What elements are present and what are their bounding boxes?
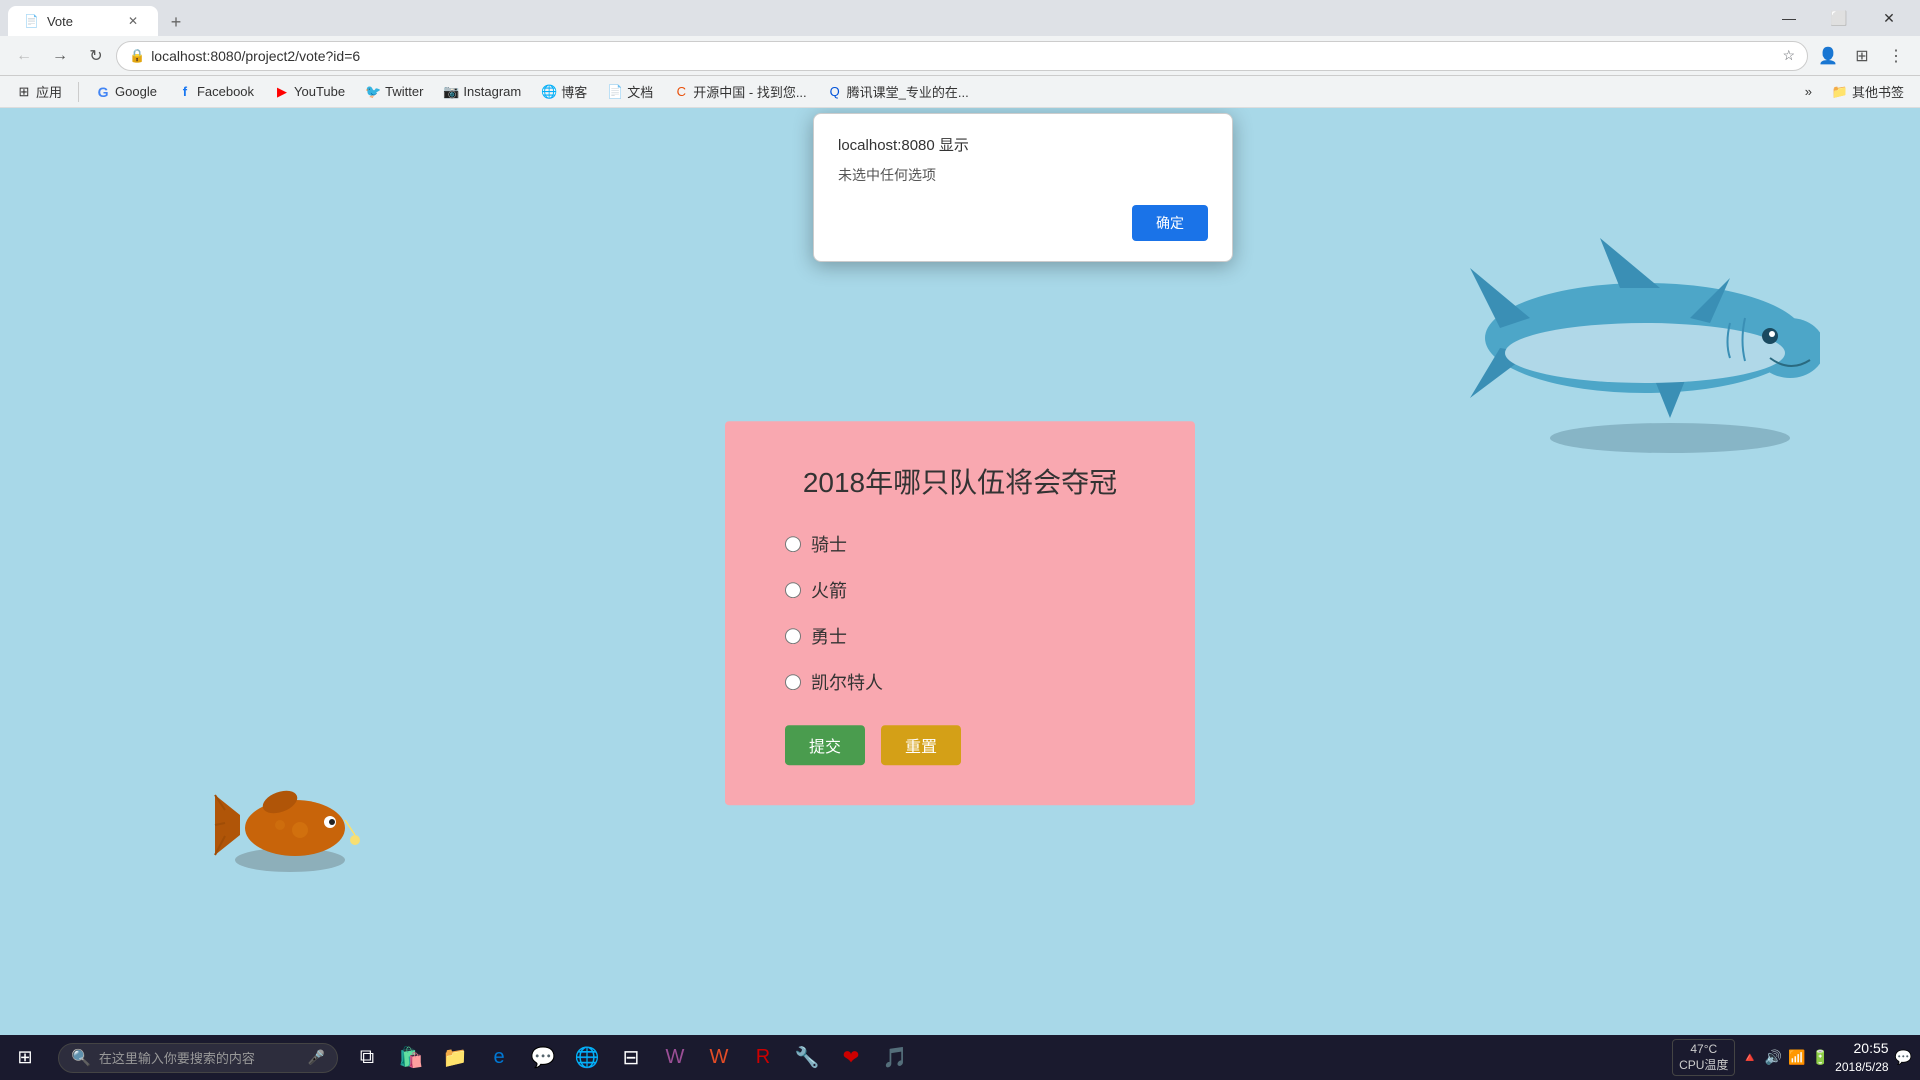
minimize-button[interactable]: — — [1766, 0, 1812, 36]
webpage: 2018年哪只队伍将会夺冠 骑士 火箭 勇士 凯尔特人 — [0, 108, 1920, 1080]
tab-bar: 📄 Vote ✕ + — [8, 0, 1758, 36]
bookmark-divider-1 — [78, 82, 79, 102]
bookmark-google[interactable]: G Google — [87, 82, 165, 102]
browser-window: 📄 Vote ✕ + — ⬜ ✕ ← → ↻ 🔒 localhost:8080/… — [0, 0, 1920, 1080]
bookmark-twitter-label: Twitter — [385, 84, 423, 99]
bookmark-blog-label: 博客 — [561, 82, 587, 101]
alert-footer: 确定 — [838, 205, 1208, 241]
extensions-button[interactable]: ⊞ — [1846, 40, 1878, 72]
bookmark-instagram-label: Instagram — [463, 84, 521, 99]
instagram-icon: 📷 — [443, 84, 459, 100]
window-controls: — ⬜ ✕ — [1766, 0, 1912, 36]
bookmark-oschina-label: 开源中国 - 找到您... — [693, 82, 806, 101]
bookmark-other[interactable]: 📁 其他书签 — [1824, 80, 1912, 103]
tencent-icon: Q — [827, 84, 843, 100]
twitter-icon: 🐦 — [365, 84, 381, 100]
oschina-icon: C — [673, 84, 689, 100]
bookmark-blog[interactable]: 🌐 博客 — [533, 80, 595, 103]
bookmark-apps-label: 应用 — [36, 82, 62, 101]
bookmark-star-icon[interactable]: ☆ — [1782, 47, 1795, 64]
bookmark-tencent-label: 腾讯课堂_专业的在... — [847, 82, 969, 101]
bookmark-twitter[interactable]: 🐦 Twitter — [357, 82, 431, 102]
alert-message: 未选中任何选项 — [838, 165, 1208, 185]
bookmark-youtube[interactable]: ▶ YouTube — [266, 82, 353, 102]
menu-button[interactable]: ⋮ — [1880, 40, 1912, 72]
address-bar[interactable]: 🔒 localhost:8080/project2/vote?id=6 ☆ — [116, 41, 1808, 71]
tab-close-button[interactable]: ✕ — [124, 12, 142, 30]
reload-button[interactable]: ↻ — [80, 40, 112, 72]
title-bar: 📄 Vote ✕ + — ⬜ ✕ — [0, 0, 1920, 36]
blog-icon: 🌐 — [541, 84, 557, 100]
facebook-icon: f — [177, 84, 193, 100]
bookmark-apps[interactable]: ⊞ 应用 — [8, 80, 70, 103]
alert-header: localhost:8080 显示 — [838, 134, 1208, 155]
tab-title: Vote — [47, 14, 73, 29]
bookmark-oschina[interactable]: C 开源中国 - 找到您... — [665, 80, 814, 103]
bookmark-tencent[interactable]: Q 腾讯课堂_专业的在... — [819, 80, 977, 103]
new-tab-button[interactable]: + — [162, 8, 190, 36]
bookmark-docs[interactable]: 📄 文档 — [599, 80, 661, 103]
apps-icon: ⊞ — [16, 84, 32, 100]
bookmarks-bar: ⊞ 应用 G Google f Facebook ▶ YouTube 🐦 Twi… — [0, 76, 1920, 108]
back-button[interactable]: ← — [8, 40, 40, 72]
tab-favicon: 📄 — [24, 14, 39, 28]
google-icon: G — [95, 84, 111, 100]
alert-ok-button[interactable]: 确定 — [1132, 205, 1208, 241]
bookmark-facebook[interactable]: f Facebook — [169, 82, 262, 102]
profile-button[interactable]: 👤 — [1812, 40, 1844, 72]
content-area: 2018年哪只队伍将会夺冠 骑士 火箭 勇士 凯尔特人 — [0, 108, 1920, 1080]
folder-icon: 📁 — [1832, 84, 1848, 100]
bookmark-google-label: Google — [115, 84, 157, 99]
bookmark-more[interactable]: » — [1797, 82, 1820, 101]
maximize-button[interactable]: ⬜ — [1816, 0, 1862, 36]
nav-bar: ← → ↻ 🔒 localhost:8080/project2/vote?id=… — [0, 36, 1920, 76]
bookmark-facebook-label: Facebook — [197, 84, 254, 99]
bookmark-docs-label: 文档 — [627, 82, 653, 101]
bookmark-youtube-label: YouTube — [294, 84, 345, 99]
security-icon: 🔒 — [129, 48, 145, 64]
youtube-icon: ▶ — [274, 84, 290, 100]
forward-button[interactable]: → — [44, 40, 76, 72]
alert-dialog: localhost:8080 显示 未选中任何选项 确定 — [813, 113, 1233, 262]
alert-overlay: localhost:8080 显示 未选中任何选项 确定 — [0, 108, 1920, 1080]
nav-right-buttons: 👤 ⊞ ⋮ — [1812, 40, 1912, 72]
bookmark-other-label: 其他书签 — [1852, 82, 1904, 101]
browser-tab[interactable]: 📄 Vote ✕ — [8, 6, 158, 36]
bookmark-instagram[interactable]: 📷 Instagram — [435, 82, 529, 102]
close-button[interactable]: ✕ — [1866, 0, 1912, 36]
url-text: localhost:8080/project2/vote?id=6 — [151, 48, 1774, 64]
docs-icon: 📄 — [607, 84, 623, 100]
